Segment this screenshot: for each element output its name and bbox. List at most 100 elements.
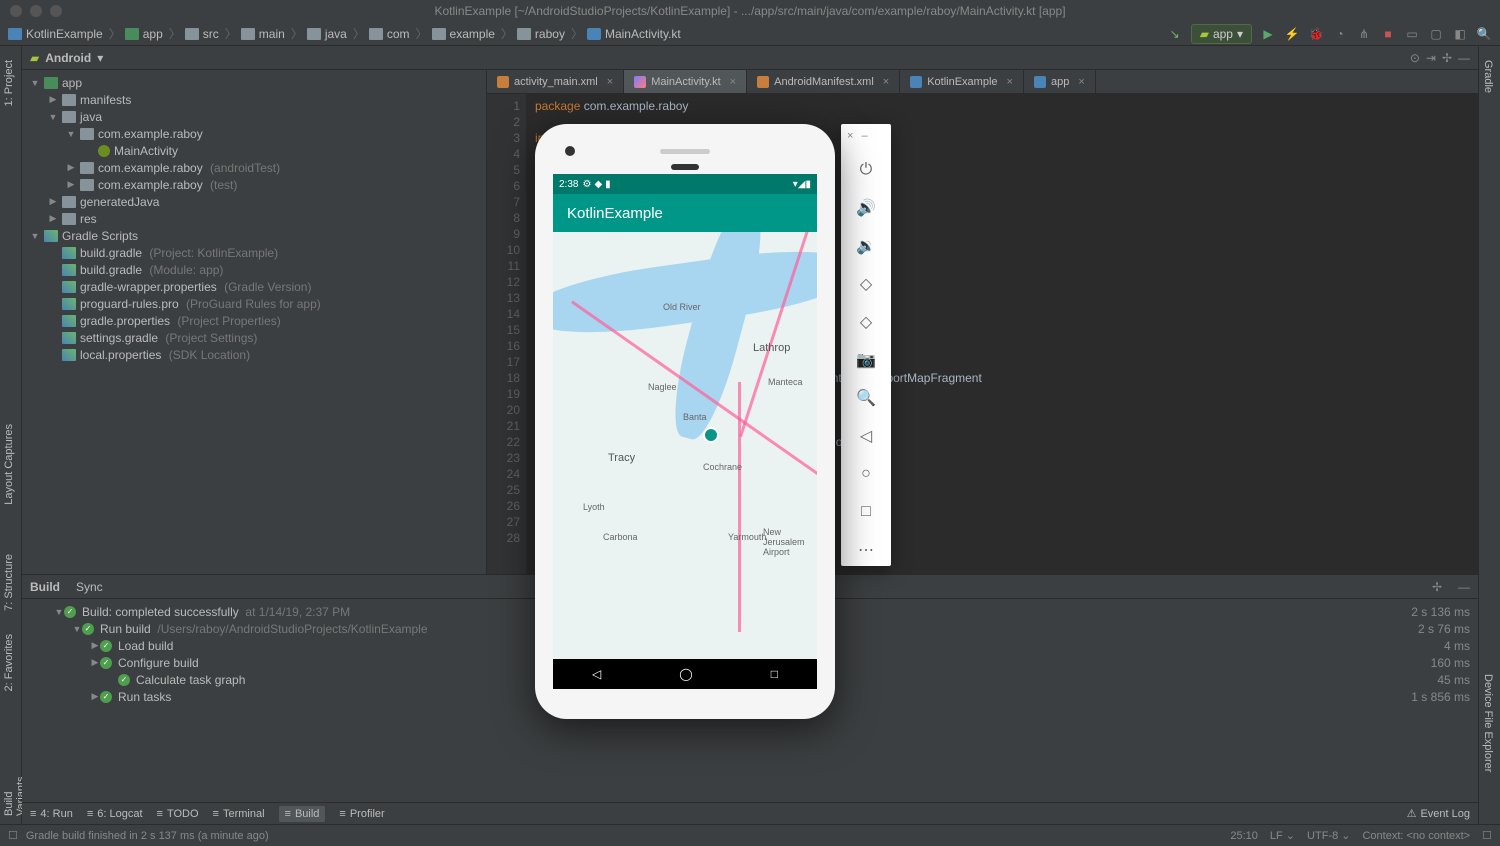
tree-item[interactable]: local.properties (SDK Location) bbox=[22, 346, 486, 363]
editor-tab[interactable]: activity_main.xml× bbox=[487, 70, 624, 93]
volume-down-icon[interactable]: 🔉 bbox=[855, 236, 877, 256]
target-icon[interactable]: ⊙ bbox=[1410, 51, 1420, 65]
stop-icon[interactable]: ■ bbox=[1380, 26, 1396, 42]
tree-item[interactable]: proguard-rules.pro (ProGuard Rules for a… bbox=[22, 295, 486, 312]
editor-tab[interactable]: MainActivity.kt× bbox=[624, 70, 747, 93]
sdk-icon[interactable]: ▢ bbox=[1428, 26, 1444, 42]
tool-tab-device-file-explorer[interactable]: Device File Explorer bbox=[1479, 666, 1497, 780]
tree-item[interactable]: ▶com.example.raboy (test) bbox=[22, 176, 486, 193]
run-config-selector[interactable]: ▰ app ▾ bbox=[1191, 24, 1252, 44]
crumb-example[interactable]: example bbox=[432, 27, 495, 41]
run-icon[interactable]: ▶ bbox=[1260, 26, 1276, 42]
emulator-window[interactable]: 2:38 ⚙ ◆ ▮ ▾ ◢ ▮ KotlinExample Old River… bbox=[535, 124, 891, 719]
build-tab-build[interactable]: Build bbox=[30, 580, 60, 594]
close-icon[interactable]: × bbox=[1007, 76, 1013, 88]
tree-item[interactable]: settings.gradle (Project Settings) bbox=[22, 329, 486, 346]
project-tree[interactable]: ▼app▶manifests▼java▼com.example.raboyMai… bbox=[22, 70, 487, 574]
bottom-tab-terminal[interactable]: ≡ Terminal bbox=[213, 808, 265, 820]
tree-item[interactable]: gradle.properties (Project Properties) bbox=[22, 312, 486, 329]
close-icon[interactable]: × bbox=[847, 130, 853, 143]
tool-tab----structure[interactable]: 7: Structure bbox=[0, 546, 18, 619]
rotate-left-icon[interactable]: ◇ bbox=[855, 274, 877, 294]
sync-icon[interactable]: ↘ bbox=[1167, 26, 1183, 42]
map-view[interactable]: Old RiverLathropMantecaNagleeBantaTracyC… bbox=[553, 232, 817, 659]
tree-item[interactable]: ▶manifests bbox=[22, 91, 486, 108]
close-dot[interactable] bbox=[10, 5, 22, 17]
line-separator[interactable]: LF ⌄ bbox=[1270, 829, 1295, 842]
bottom-tab-profiler[interactable]: ≡ Profiler bbox=[339, 808, 384, 820]
layout-inspector-icon[interactable]: ◧ bbox=[1452, 26, 1468, 42]
crumb-src[interactable]: src bbox=[185, 27, 219, 41]
home-icon[interactable]: ○ bbox=[855, 464, 877, 484]
apply-changes-icon[interactable]: ⚡ bbox=[1284, 26, 1300, 42]
more-icon[interactable]: ⋯ bbox=[855, 540, 877, 560]
crumb-file[interactable]: MainActivity.kt bbox=[587, 27, 681, 41]
editor-tab[interactable]: KotlinExample× bbox=[900, 70, 1024, 93]
close-icon[interactable]: × bbox=[1078, 76, 1084, 88]
chevron-down-icon[interactable]: ▾ bbox=[97, 51, 103, 65]
minimize-dot[interactable] bbox=[30, 5, 42, 17]
tree-item[interactable]: ▼com.example.raboy bbox=[22, 125, 486, 142]
bottom-tab-build[interactable]: ≡ Build bbox=[279, 806, 326, 822]
recents-icon[interactable]: □ bbox=[771, 667, 778, 681]
context[interactable]: Context: <no context> bbox=[1362, 830, 1470, 842]
crumb-com[interactable]: com bbox=[369, 27, 410, 41]
debug-icon[interactable]: 🐞 bbox=[1308, 26, 1324, 42]
close-icon[interactable]: × bbox=[883, 76, 889, 88]
tree-item[interactable]: ▼java bbox=[22, 108, 486, 125]
crumb-main[interactable]: main bbox=[241, 27, 285, 41]
back-icon[interactable]: ◁ bbox=[592, 667, 601, 681]
build-tab-sync[interactable]: Sync bbox=[76, 580, 103, 594]
hide-icon[interactable]: — bbox=[1458, 51, 1470, 65]
tree-item[interactable]: ▶res bbox=[22, 210, 486, 227]
rotate-right-icon[interactable]: ◇ bbox=[855, 312, 877, 332]
editor-tab[interactable]: app× bbox=[1024, 70, 1096, 93]
zoom-dot[interactable] bbox=[50, 5, 62, 17]
tree-item[interactable]: MainActivity bbox=[22, 142, 486, 159]
zoom-icon[interactable]: 🔍 bbox=[855, 388, 877, 408]
tree-item[interactable]: gradle-wrapper.properties (Gradle Versio… bbox=[22, 278, 486, 295]
tool-tab----project[interactable]: 1: Project bbox=[0, 52, 18, 114]
bottom-tab----run[interactable]: ≡ 4: Run bbox=[30, 808, 73, 820]
lock-icon[interactable]: ☐ bbox=[8, 829, 18, 842]
crumb-java[interactable]: java bbox=[307, 27, 347, 41]
caret-position[interactable]: 25:10 bbox=[1230, 830, 1258, 842]
tree-item[interactable]: ▶generatedJava bbox=[22, 193, 486, 210]
bottom-tab----logcat[interactable]: ≡ 6: Logcat bbox=[87, 808, 143, 820]
hide-icon[interactable]: — bbox=[1458, 580, 1470, 594]
power-icon[interactable]: ⏻ bbox=[855, 161, 877, 181]
avd-icon[interactable]: ▭ bbox=[1404, 26, 1420, 42]
tool-tab----favorites[interactable]: 2: Favorites bbox=[0, 626, 18, 699]
profile-icon[interactable]: ◔ bbox=[1332, 26, 1348, 42]
event-log-tab[interactable]: ⚠ Event Log bbox=[1407, 807, 1470, 820]
encoding[interactable]: UTF-8 ⌄ bbox=[1307, 829, 1350, 842]
tool-tab-gradle[interactable]: Gradle bbox=[1479, 52, 1497, 101]
gear-icon[interactable]: ✢ bbox=[1432, 580, 1442, 594]
overview-icon[interactable]: □ bbox=[855, 502, 877, 522]
editor-tab[interactable]: AndroidManifest.xml× bbox=[747, 70, 900, 93]
crumb-module[interactable]: app bbox=[125, 27, 163, 41]
home-icon[interactable]: ◯ bbox=[679, 667, 692, 681]
project-view-selector[interactable]: Android bbox=[45, 51, 91, 65]
phone-screen[interactable]: 2:38 ⚙ ◆ ▮ ▾ ◢ ▮ KotlinExample Old River… bbox=[553, 174, 817, 689]
inspection-indicator[interactable]: ☐ bbox=[1482, 829, 1492, 842]
tree-item[interactable]: build.gradle (Module: app) bbox=[22, 261, 486, 278]
tree-item[interactable]: build.gradle (Project: KotlinExample) bbox=[22, 244, 486, 261]
tree-item[interactable]: ▼Gradle Scripts bbox=[22, 227, 486, 244]
close-icon[interactable]: × bbox=[607, 76, 613, 88]
search-icon[interactable]: 🔍 bbox=[1476, 26, 1492, 42]
close-icon[interactable]: × bbox=[730, 76, 736, 88]
gear-icon[interactable]: ✢ bbox=[1442, 51, 1452, 65]
collapse-icon[interactable]: ⇥ bbox=[1426, 51, 1436, 65]
crumb-project[interactable]: KotlinExample bbox=[8, 27, 103, 41]
minimize-icon[interactable]: – bbox=[861, 130, 867, 143]
back-icon[interactable]: ◁ bbox=[855, 426, 877, 446]
tree-item[interactable]: ▶com.example.raboy (androidTest) bbox=[22, 159, 486, 176]
camera-icon[interactable]: 📷 bbox=[855, 350, 877, 370]
crumb-raboy[interactable]: raboy bbox=[517, 27, 565, 41]
window-controls[interactable] bbox=[0, 5, 62, 17]
tree-item[interactable]: ▼app bbox=[22, 74, 486, 91]
volume-up-icon[interactable]: 🔊 bbox=[855, 198, 877, 218]
attach-debugger-icon[interactable]: ⋔ bbox=[1356, 26, 1372, 42]
bottom-tab-todo[interactable]: ≡ TODO bbox=[157, 808, 199, 820]
